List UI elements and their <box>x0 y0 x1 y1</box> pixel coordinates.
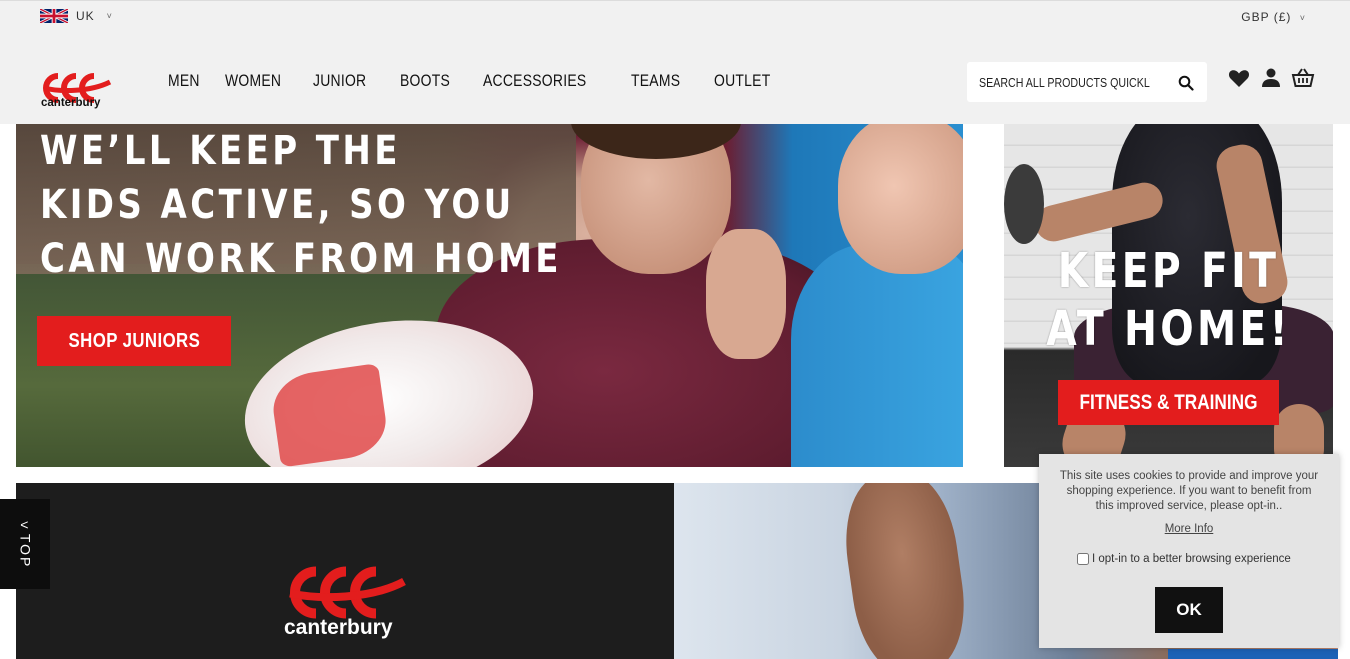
currency-selector[interactable]: GBP (£) ˅ <box>1241 10 1306 24</box>
nav-item-accessories[interactable]: ACCESSORIES <box>483 71 586 91</box>
nav-item-outlet[interactable]: OUTLET <box>714 71 770 91</box>
medicine-ball-image <box>1004 164 1044 244</box>
hero-headline-line-1: WE’LL KEEP THE <box>40 128 401 174</box>
promo-tile-fitness[interactable]: KEEP FIT AT HOME! FITNESS & TRAINING <box>1004 124 1333 467</box>
hero-image-hand <box>706 229 786 359</box>
site-header: canterbury MEN WOMEN JUNIOR BOOTS ACCESS… <box>0 33 1350 124</box>
user-icon[interactable] <box>1259 66 1283 90</box>
uk-flag-icon <box>40 9 68 23</box>
hero-image-shirt-2 <box>791 244 963 467</box>
top-utility-bar: UK ˅ GBP (£) ˅ <box>0 0 1350 33</box>
region-selector[interactable]: UK ˅ <box>40 9 113 23</box>
nav-item-men[interactable]: MEN <box>168 71 200 91</box>
currency-label: GBP (£) <box>1241 10 1292 24</box>
back-to-top-content: < TOP <box>17 516 33 569</box>
back-to-top-button[interactable]: < TOP <box>0 499 50 589</box>
back-to-top-label: TOP <box>17 533 33 569</box>
promo-headline-line-1: KEEP FIT <box>1057 243 1280 299</box>
search-icon[interactable] <box>1178 75 1194 91</box>
chevron-down-icon: ˅ <box>106 11 113 21</box>
heart-icon[interactable] <box>1227 66 1251 90</box>
opt-in-checkbox[interactable] <box>1077 553 1089 565</box>
nav-item-boots[interactable]: BOOTS <box>400 71 450 91</box>
basket-icon[interactable] <box>1291 66 1315 90</box>
nav-item-teams[interactable]: TEAMS <box>631 71 680 91</box>
banner-wordmark: canterbury <box>284 616 393 639</box>
hero-banner-juniors[interactable]: WE’LL KEEP THE KIDS ACTIVE, SO YOU CAN W… <box>16 124 963 467</box>
region-label: UK <box>76 9 95 23</box>
promo-headline-line-2: AT HOME! <box>1046 301 1291 357</box>
banner-image-accent <box>1168 649 1338 659</box>
hero-image-face-2 <box>838 124 963 274</box>
brand-banner-panel: canterbury <box>16 483 674 659</box>
search-input[interactable] <box>979 74 1150 90</box>
nav-item-women[interactable]: WOMEN <box>225 71 281 91</box>
hero-headline-line-3: CAN WORK FROM HOME <box>40 236 562 282</box>
search-box <box>967 62 1207 102</box>
cookie-consent-popup: This site uses cookies to provide and im… <box>1039 454 1339 648</box>
opt-in-label: I opt-in to a better browsing experience <box>1092 553 1291 565</box>
shop-juniors-button[interactable]: SHOP JUNIORS <box>37 316 231 366</box>
cookie-message: This site uses cookies to provide and im… <box>1059 470 1319 512</box>
logo-wordmark: canterbury <box>41 97 101 109</box>
shop-juniors-label: SHOP JUNIORS <box>68 329 200 352</box>
promo-headline: KEEP FIT AT HOME! <box>1004 242 1333 358</box>
hero-headline: WE’LL KEEP THE KIDS ACTIVE, SO YOU CAN W… <box>40 124 562 286</box>
nav-item-junior[interactable]: JUNIOR <box>313 71 366 91</box>
rugby-ball-stripe <box>268 363 391 467</box>
fitness-training-label: FITNESS & TRAINING <box>1079 390 1258 414</box>
opt-in-option[interactable]: I opt-in to a better browsing experience <box>1077 553 1291 565</box>
fitness-training-button[interactable]: FITNESS & TRAINING <box>1058 380 1279 425</box>
more-info-link[interactable]: More Info <box>1039 523 1339 535</box>
chevron-down-icon: ˅ <box>1299 13 1306 23</box>
main-nav: MEN WOMEN JUNIOR BOOTS ACCESSORIES TEAMS… <box>168 71 804 91</box>
hero-headline-line-2: KIDS ACTIVE, SO YOU <box>40 182 515 228</box>
chevron-up-icon: < <box>19 516 31 533</box>
header-actions <box>1227 66 1315 90</box>
banner-image-arm <box>836 483 974 659</box>
cookie-ok-button[interactable]: OK <box>1155 587 1223 633</box>
